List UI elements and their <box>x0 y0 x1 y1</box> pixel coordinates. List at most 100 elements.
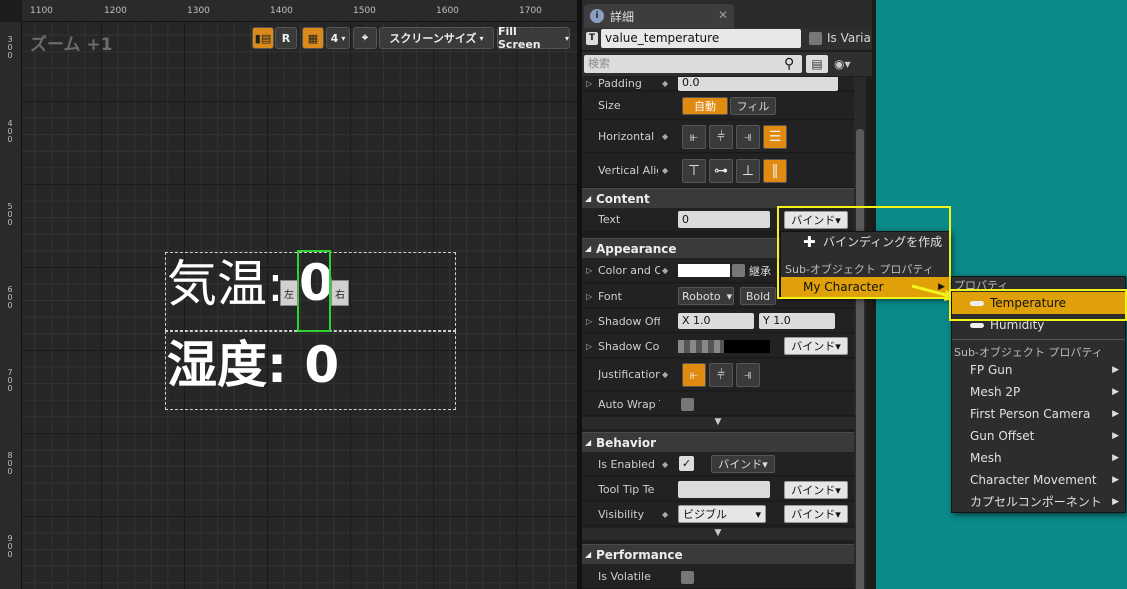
tooltip-label: Tool Tip Te <box>598 483 655 496</box>
shadow-x-input[interactable]: X 1.0 <box>678 313 754 329</box>
submenu-arrow-icon: ▶ <box>1112 453 1119 463</box>
eye-icon[interactable]: ◉▾ <box>834 57 851 71</box>
auto-wrap-checkbox[interactable] <box>681 398 694 411</box>
component-item[interactable]: First Person Camera ▶ <box>952 403 1125 425</box>
content-category[interactable]: ◢ Content <box>582 188 854 208</box>
widget-name-input[interactable]: value_temperature <box>601 29 801 48</box>
shadow-color-swatch[interactable] <box>724 340 770 353</box>
align-middle-icon[interactable]: ⊶ <box>709 159 733 183</box>
temperature-label-text[interactable]: 気温: <box>167 254 284 314</box>
ruler-tick: 800 <box>7 451 13 476</box>
shadow-color-row: ▷ Shadow Col バインド ▾ <box>582 334 854 358</box>
justify-left-icon[interactable]: ⫦ <box>682 363 706 387</box>
is-volatile-label: Is Volatile <box>598 570 651 583</box>
anchor-handle-left[interactable]: 左 <box>280 280 298 306</box>
keyframe-icon[interactable]: ◆ <box>662 79 668 88</box>
size-row: Size 自動 フィル <box>582 92 854 120</box>
align-left-icon[interactable]: ⫦ <box>682 125 706 149</box>
ruler-tick: 1300 <box>187 6 210 16</box>
component-item[interactable]: FP Gun ▶ <box>952 359 1125 381</box>
expand-icon[interactable]: ▷ <box>586 317 592 326</box>
horizontal-align-row: Horizontal A ◆ ⫦ ⫩ ⫣ ☰ <box>582 121 854 153</box>
tooltip-bind-button[interactable]: バインド ▾ <box>784 481 848 499</box>
component-label: カプセルコンポーネント <box>970 495 1102 509</box>
details-scrollbar[interactable] <box>854 77 866 589</box>
humidity-text[interactable]: 湿度: 0 <box>167 335 339 395</box>
font-family-dropdown[interactable]: Roboto ▾ <box>678 287 734 305</box>
shadow-color-checker[interactable] <box>678 340 724 353</box>
size-auto-button[interactable]: 自動 <box>682 97 728 115</box>
close-icon[interactable]: ✕ <box>718 8 728 22</box>
scroll-thumb[interactable] <box>856 129 864 589</box>
snap-value-dropdown[interactable]: 4 ▾ <box>326 27 350 49</box>
ruler-tick: 700 <box>7 368 13 393</box>
justify-center-icon[interactable]: ⫩ <box>709 363 733 387</box>
align-right-icon[interactable]: ⫣ <box>736 125 760 149</box>
justification-label: Justification <box>598 368 660 381</box>
visibility-dropdown[interactable]: ビジブル ▾ <box>678 505 766 523</box>
property-matrix-icon[interactable]: ▤ <box>806 55 828 73</box>
grid-icon: ▦ <box>307 31 319 45</box>
expand-icon[interactable]: ▷ <box>586 266 592 275</box>
color-swatch[interactable] <box>678 264 730 277</box>
justify-right-icon[interactable]: ⫣ <box>736 363 760 387</box>
keyframe-icon[interactable]: ◆ <box>662 460 668 469</box>
performance-category[interactable]: ◢ Performance <box>582 544 854 564</box>
component-item[interactable]: Gun Offset ▶ <box>952 425 1125 447</box>
keyframe-icon[interactable]: ◆ <box>662 370 668 379</box>
tooltip-input[interactable] <box>678 481 770 498</box>
component-item[interactable]: Character Movement ▶ <box>952 469 1125 491</box>
align-fill-icon[interactable]: ☰ <box>763 125 787 149</box>
inherit-checkbox[interactable] <box>732 264 745 277</box>
behavior-category[interactable]: ◢ Behavior <box>582 432 854 452</box>
advanced-expand-icon[interactable]: ▼ <box>582 417 854 429</box>
selection-outline[interactable] <box>297 250 331 332</box>
shadow-offset-row: ▷ Shadow Off X 1.0 Y 1.0 <box>582 309 854 333</box>
search-input[interactable]: 検索 <box>584 55 802 73</box>
is-volatile-checkbox[interactable] <box>681 571 694 584</box>
align-vfill-icon[interactable]: ‖ <box>763 159 787 183</box>
designer-canvas[interactable]: 1100 1200 1300 1400 1500 1600 1700 300 4… <box>0 0 577 589</box>
keyframe-icon[interactable]: ◆ <box>662 266 668 275</box>
is-enabled-bind-button[interactable]: バインド ▾ <box>711 455 775 473</box>
font-style-dropdown[interactable]: Bold <box>740 287 776 305</box>
padding-input[interactable]: 0.0 <box>678 77 838 91</box>
align-top-icon[interactable]: ⊤ <box>682 159 706 183</box>
align-center-icon[interactable]: ⫩ <box>709 125 733 149</box>
performance-category-label: Performance <box>596 548 683 562</box>
keyframe-icon[interactable]: ◆ <box>662 510 668 519</box>
expand-icon[interactable]: ▷ <box>586 79 592 88</box>
expand-icon[interactable]: ▷ <box>586 292 592 301</box>
is-variable-checkbox[interactable]: Is Varia <box>809 31 871 45</box>
search-icon[interactable]: ⚲ <box>784 56 800 72</box>
keyframe-icon[interactable]: ◆ <box>662 166 668 175</box>
text-widget-icon: T <box>586 32 598 45</box>
ruler-top: 1100 1200 1300 1400 1500 1600 1700 <box>22 0 577 22</box>
component-item[interactable]: Mesh 2P ▶ <box>952 381 1125 403</box>
chevron-down-icon: ▾ <box>835 507 841 521</box>
align-bottom-icon[interactable]: ⊥ <box>736 159 760 183</box>
is-enabled-checkbox[interactable]: ✓ <box>679 456 694 471</box>
auto-wrap-label: Auto Wrap T <box>598 398 660 411</box>
visibility-bind-button[interactable]: バインド ▾ <box>784 505 848 523</box>
size-fill-button[interactable]: フィル <box>730 97 776 115</box>
advanced-expand-icon[interactable]: ▼ <box>582 528 854 540</box>
shadow-color-label: Shadow Col <box>598 340 660 353</box>
layout-mode-button[interactable]: ▮▤ <box>252 27 274 49</box>
details-tab[interactable]: i 詳細 ✕ <box>584 4 734 28</box>
text-input[interactable]: 0 <box>678 211 770 228</box>
keyframe-icon[interactable]: ◆ <box>662 132 668 141</box>
transform-button[interactable]: ⌖ <box>353 27 377 49</box>
anchor-handle-right[interactable]: 右 <box>331 280 349 306</box>
component-item[interactable]: Mesh ▶ <box>952 447 1125 469</box>
highlight-temperature-box <box>949 289 1127 321</box>
shadow-color-bind-button[interactable]: バインド ▾ <box>784 337 848 355</box>
component-item[interactable]: カプセルコンポーネント ▶ <box>952 491 1125 513</box>
shadow-y-input[interactable]: Y 1.0 <box>759 313 835 329</box>
fill-screen-dropdown[interactable]: Fill Screen ▾ <box>497 25 570 51</box>
screen-size-dropdown[interactable]: スクリーンサイズ ▾ <box>379 27 494 49</box>
expand-icon[interactable]: ▷ <box>586 342 592 351</box>
grid-snap-button[interactable]: ▦ <box>302 27 324 49</box>
padding-row: ▷ Padding ◆ 0.0 <box>582 77 854 91</box>
respect-locks-button[interactable]: R <box>275 27 297 49</box>
